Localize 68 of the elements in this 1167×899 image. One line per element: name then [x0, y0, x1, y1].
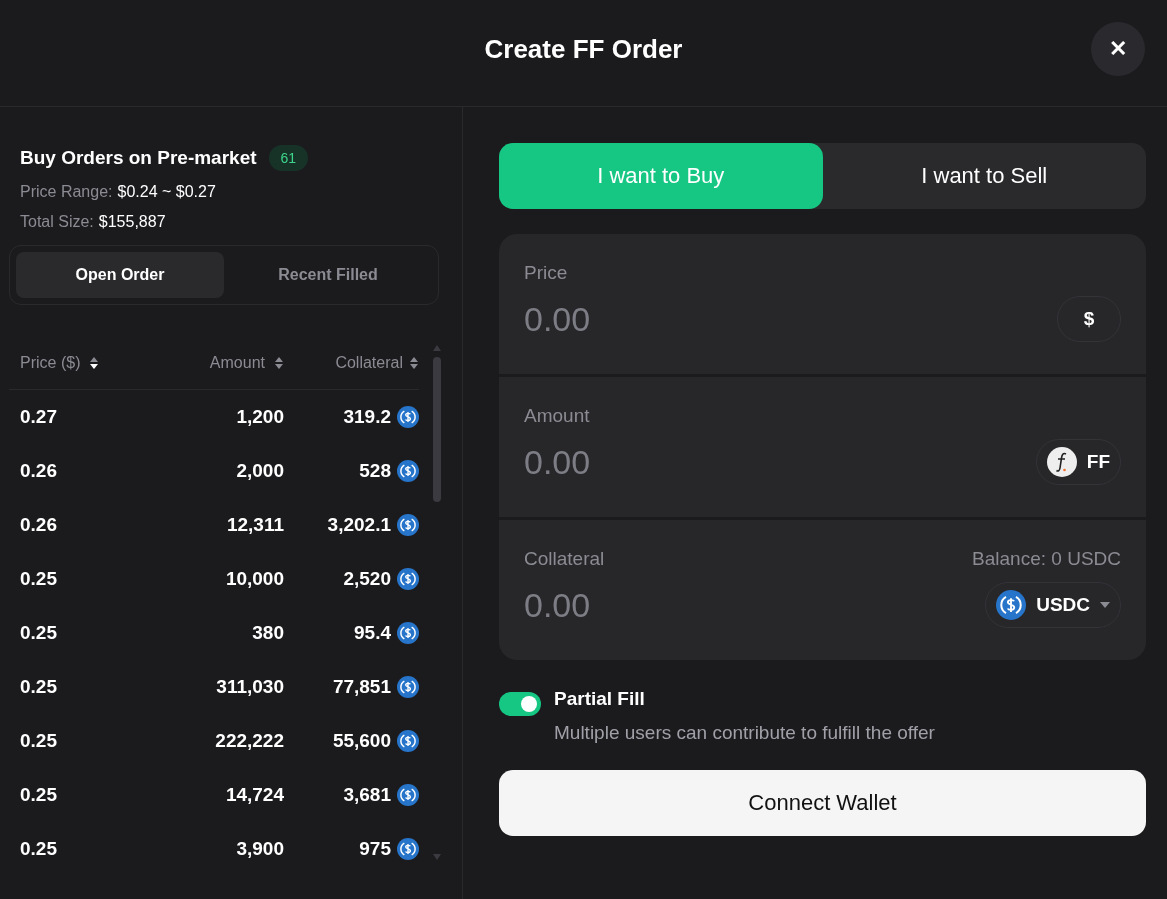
amount-cell-text: 14,724 [224, 784, 284, 806]
field-label: Price [524, 262, 568, 284]
collateral-cell: 319.2 [343, 406, 391, 428]
coin-icon [397, 622, 419, 644]
coin-icon [397, 406, 419, 428]
order-count: 61 [268, 145, 309, 171]
coin-icon [397, 460, 419, 482]
collateral-cell: 2,520 [343, 568, 391, 590]
collateral-cell: 3,681 [343, 784, 391, 806]
amount-cell-text: 2,000 [235, 460, 284, 482]
coin-icon [397, 514, 419, 536]
amount-cell-text: 12,311 [225, 514, 284, 536]
order-tab[interactable]: Open Order [16, 252, 224, 298]
token-logo-icon [1046, 447, 1077, 477]
collateral-cell: 95.4 [354, 622, 391, 644]
price-cell-text: 0.25 [19, 838, 58, 860]
amount-cell-text: 1,200 [235, 406, 284, 428]
collateral-cell: 528 [359, 460, 391, 482]
total-size-value: $155,887 [98, 213, 166, 231]
input-field[interactable]: 0.00 [524, 442, 824, 482]
orders-title: Buy Orders on Pre-market [20, 147, 257, 169]
amount-cell-text: 311,030 [215, 676, 284, 698]
price-cell-text: 0.25 [19, 568, 58, 590]
coin-icon [397, 784, 419, 806]
collateral-cell: 55,600 [332, 730, 391, 752]
dialog-title: Create FF Order [484, 33, 683, 65]
price-cell-text: 0.26 [19, 460, 58, 482]
coin-icon [996, 590, 1027, 620]
amount-cell-text: 222,222 [214, 730, 284, 752]
price-range-value: $0.24 ~ $0.27 [117, 183, 216, 201]
side-tab[interactable]: I want to Sell [822, 143, 1146, 209]
caret-icon [1100, 602, 1110, 608]
scrollbar-thumb[interactable] [433, 357, 441, 502]
collateral-cell: 3,202.1 [327, 514, 391, 536]
coin-icon [397, 730, 419, 752]
input-field[interactable]: 0.00 [524, 585, 824, 625]
price-range-label: Price Range: [20, 183, 113, 201]
coin-icon [397, 838, 419, 860]
price-cell-text: 0.26 [19, 514, 58, 536]
collateral-cell: 77,851 [332, 676, 391, 698]
close-button[interactable]: ✕ [1091, 22, 1145, 76]
sort-icon[interactable] [89, 356, 100, 370]
total-size-label: Total Size: [20, 213, 94, 231]
order-tab[interactable]: Recent Filled [224, 252, 432, 298]
balance-text: Balance: 0 USDC [972, 548, 1121, 570]
partial-fill-label: Partial Fill [554, 688, 646, 710]
token-symbol: USDC [1036, 594, 1090, 616]
field-label: Collateral [524, 548, 605, 570]
field-label: Amount [524, 405, 590, 427]
amount-cell-text: 3,900 [235, 838, 284, 860]
price-cell-text: 0.25 [19, 676, 58, 698]
partial-fill-description: Multiple users can contribute to fulfill the offer [554, 722, 935, 744]
price-cell-text: 0.25 [19, 622, 58, 644]
token-symbol: FF [1086, 451, 1110, 473]
amount-cell-text: 10,000 [224, 568, 284, 590]
amount-cell-text: 380 [251, 622, 284, 644]
column-header[interactable]: Collateral [335, 354, 403, 372]
input-field[interactable]: 0.00 [524, 299, 824, 339]
price-cell-text: 0.27 [19, 406, 58, 428]
connect-wallet-button[interactable]: Connect Wallet [499, 770, 1146, 836]
collateral-cell: 975 [359, 838, 391, 860]
column-header[interactable]: Price ($) [20, 354, 81, 372]
column-header[interactable]: Amount [209, 354, 265, 372]
price-cell-text: 0.25 [19, 784, 58, 806]
coin-icon [397, 568, 419, 590]
toggle-switch[interactable] [499, 692, 541, 716]
price-cell-text: 0.25 [19, 730, 58, 752]
coin-icon [397, 676, 419, 698]
